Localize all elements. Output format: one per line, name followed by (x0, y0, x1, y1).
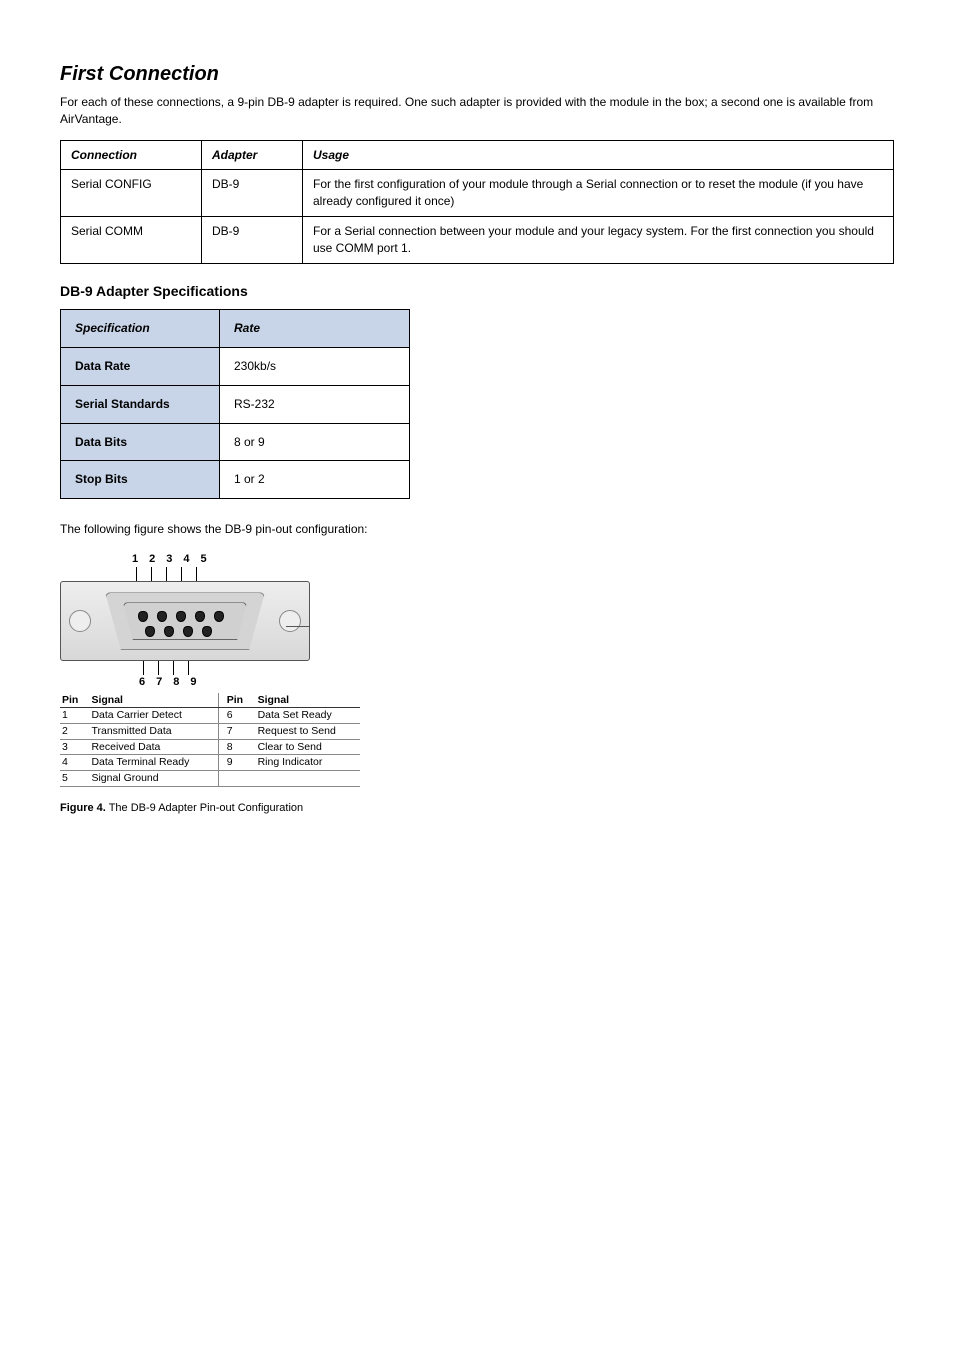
cell-value: RS-232 (220, 385, 410, 423)
th-rate: Rate (220, 310, 410, 348)
cell-label: Serial Standards (61, 385, 220, 423)
intro-paragraph: For each of these connections, a 9-pin D… (60, 94, 894, 128)
connection-table: Connection Adapter Usage Serial CONFIG D… (60, 140, 894, 264)
cell: For the first configuration of your modu… (303, 170, 894, 217)
cell-value: 230kb/s (220, 347, 410, 385)
th-connection: Connection (61, 140, 202, 170)
pin-num: 8 (173, 675, 179, 690)
th-pin: Pin (218, 693, 255, 708)
table-row: 4 Data Terminal Ready 9 Ring Indicator (60, 755, 360, 771)
cell: 7 (218, 724, 255, 740)
th-usage: Usage (303, 140, 894, 170)
pin-num: 9 (190, 675, 196, 690)
table-row: Serial COMM DB-9 For a Serial connection… (61, 216, 894, 263)
cell-label: Stop Bits (61, 461, 220, 499)
cell-value: 8 or 9 (220, 423, 410, 461)
cell: Data Terminal Ready (89, 755, 218, 771)
pin-num: 3 (166, 552, 172, 567)
figure-number: Figure 4. (60, 802, 106, 814)
cell: For a Serial connection between your mod… (303, 216, 894, 263)
spec-heading: DB-9 Adapter Specifications (60, 282, 894, 302)
pin-num: 7 (156, 675, 162, 690)
pin-num: 5 (201, 552, 207, 567)
cell: 3 (60, 739, 89, 755)
cell: Serial COMM (61, 216, 202, 263)
th-adapter: Adapter (202, 140, 303, 170)
cell (218, 771, 255, 787)
cell: Signal Ground (89, 771, 218, 787)
pinout-table: Pin Signal Pin Signal 1 Data Carrier Det… (60, 693, 360, 787)
section-title: First Connection (60, 60, 894, 88)
th-signal: Signal (256, 693, 360, 708)
cell: 8 (218, 739, 255, 755)
pin-num: 4 (183, 552, 189, 567)
table-row: 2 Transmitted Data 7 Request to Send (60, 724, 360, 740)
table-row: Data Rate 230kb/s (61, 347, 410, 385)
db9-diagram: 1 2 3 4 5 6 7 8 9 Pin (60, 552, 894, 787)
th-pin: Pin (60, 693, 89, 708)
cell: 9 (218, 755, 255, 771)
cell: Ring Indicator (256, 755, 360, 771)
cell: Transmitted Data (89, 724, 218, 740)
figure-caption: Figure 4. The DB-9 Adapter Pin-out Confi… (60, 801, 894, 816)
cell: 6 (218, 708, 255, 724)
th-spec: Specification (61, 310, 220, 348)
pin-num: 1 (132, 552, 138, 567)
cell-value: 1 or 2 (220, 461, 410, 499)
db9-connector-icon (60, 581, 310, 661)
cell: 1 (60, 708, 89, 724)
cell: Clear to Send (256, 739, 360, 755)
cell: Request to Send (256, 724, 360, 740)
cell-label: Data Rate (61, 347, 220, 385)
cell: Data Carrier Detect (89, 708, 218, 724)
cell: Data Set Ready (256, 708, 360, 724)
figure-intro: The following figure shows the DB-9 pin-… (60, 521, 894, 538)
cell: DB-9 (202, 216, 303, 263)
cell: DB-9 (202, 170, 303, 217)
cell: 5 (60, 771, 89, 787)
cell: 4 (60, 755, 89, 771)
table-row: 1 Data Carrier Detect 6 Data Set Ready (60, 708, 360, 724)
cell: Serial CONFIG (61, 170, 202, 217)
cell (256, 771, 360, 787)
figure-caption-text: The DB-9 Adapter Pin-out Configuration (106, 802, 303, 814)
th-signal: Signal (89, 693, 218, 708)
pin-num: 2 (149, 552, 155, 567)
pin-num: 6 (139, 675, 145, 690)
table-row: 3 Received Data 8 Clear to Send (60, 739, 360, 755)
cell: Received Data (89, 739, 218, 755)
table-row: Data Bits 8 or 9 (61, 423, 410, 461)
table-row: Serial Standards RS-232 (61, 385, 410, 423)
mount-hole-icon (69, 610, 91, 632)
table-row: Serial CONFIG DB-9 For the first configu… (61, 170, 894, 217)
table-row: Stop Bits 1 or 2 (61, 461, 410, 499)
spec-table: Specification Rate Data Rate 230kb/s Ser… (60, 309, 410, 499)
cell: 2 (60, 724, 89, 740)
cell-label: Data Bits (61, 423, 220, 461)
table-row: 5 Signal Ground (60, 771, 360, 787)
